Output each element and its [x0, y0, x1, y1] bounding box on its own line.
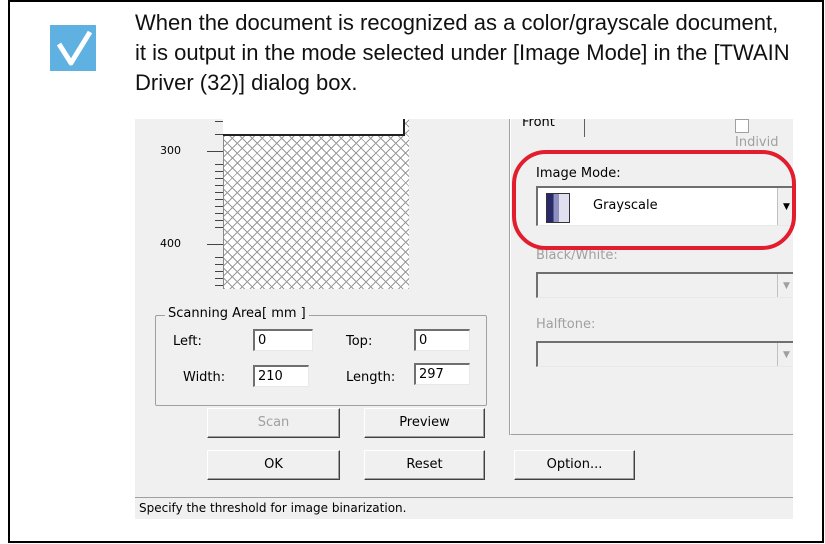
- halftone-select[interactable]: ▼: [536, 341, 793, 367]
- scan-region-box[interactable]: [223, 119, 405, 136]
- scan-preview-area[interactable]: [223, 119, 409, 289]
- individual-label: Individ: [735, 135, 779, 150]
- left-label: Left:: [173, 334, 202, 349]
- individual-checkbox[interactable]: Individ: [735, 119, 793, 150]
- left-field[interactable]: 0: [253, 329, 313, 351]
- note-text: When the document is recognized as a col…: [135, 10, 790, 95]
- top-label: Top:: [346, 334, 373, 349]
- reset-button[interactable]: Reset: [364, 450, 485, 480]
- chevron-down-icon[interactable]: ▼: [777, 343, 793, 366]
- status-bar: Specify the threshold for image binariza…: [135, 497, 793, 519]
- length-field[interactable]: 297: [414, 363, 470, 385]
- scan-button[interactable]: Scan: [207, 408, 340, 438]
- length-label: Length:: [346, 370, 396, 385]
- ruler-label-300: 300: [160, 144, 181, 157]
- ok-button[interactable]: OK: [207, 450, 340, 480]
- checkmark-icon: [50, 25, 96, 71]
- width-label: Width:: [183, 370, 226, 385]
- ruler-label-400: 400: [160, 237, 181, 250]
- option-button[interactable]: Option...: [514, 450, 635, 480]
- highlight-ring: [512, 150, 796, 250]
- scanning-area-label: Scanning Area[ mm ]: [165, 306, 309, 321]
- width-field[interactable]: 210: [253, 365, 309, 387]
- chevron-down-icon[interactable]: ▼: [777, 274, 793, 297]
- vertical-ruler: 300 400: [160, 119, 223, 289]
- halftone-label: Halftone:: [536, 317, 596, 332]
- black-white-label: Black/White:: [536, 248, 618, 263]
- black-white-select[interactable]: ▼: [536, 272, 793, 298]
- preview-button[interactable]: Preview: [364, 408, 485, 438]
- tab-front[interactable]: Front: [518, 119, 585, 137]
- checkbox-icon: [735, 119, 749, 133]
- top-field[interactable]: 0: [414, 329, 470, 351]
